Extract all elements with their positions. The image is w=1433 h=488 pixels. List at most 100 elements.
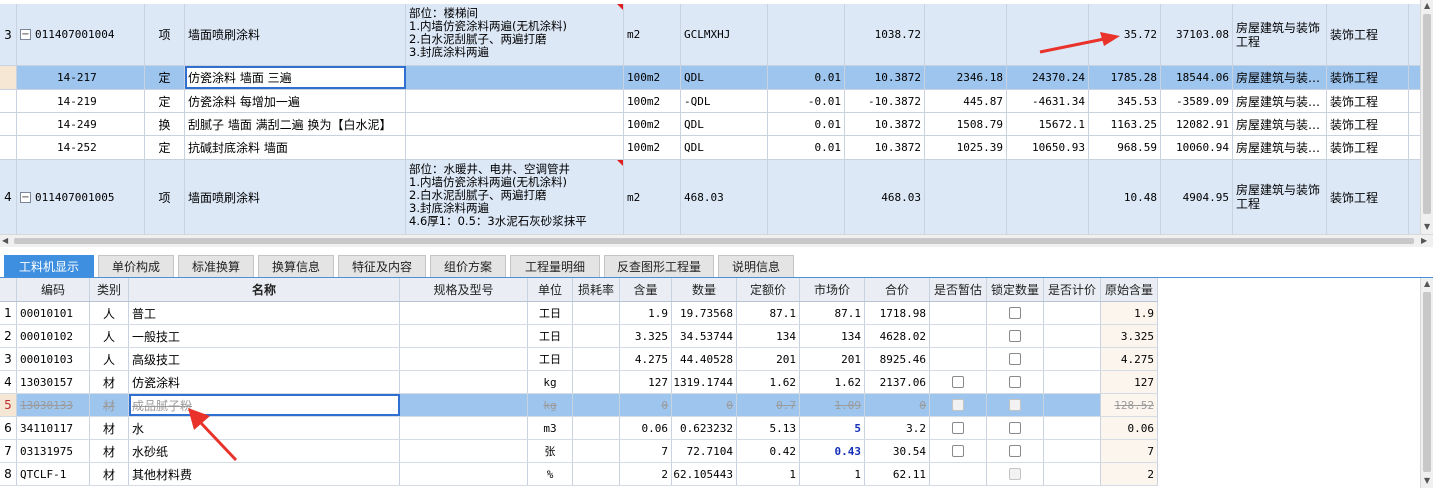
header-lock-quantity[interactable]: 锁定数量	[987, 278, 1044, 301]
content[interactable]: 0	[620, 394, 672, 416]
lock-quantity-checkbox[interactable]	[987, 371, 1044, 393]
checkbox[interactable]	[1009, 445, 1021, 457]
resource-code[interactable]: 13030133	[17, 394, 90, 416]
market-price[interactable]: 1.09	[800, 394, 865, 416]
loss-rate[interactable]	[573, 417, 620, 439]
lock-quantity-checkbox[interactable]	[987, 325, 1044, 347]
content[interactable]: 0.06	[620, 417, 672, 439]
quantity-expression[interactable]: GCLMXHJ	[681, 4, 768, 65]
content[interactable]: 3.325	[620, 325, 672, 347]
market-price[interactable]: 134	[800, 325, 865, 347]
quota-row[interactable]: 14-252 定 抗碱封底涂料 墙面 100m2 QDL 0.01 10.387…	[0, 136, 1420, 160]
header-spec[interactable]: 规格及型号	[400, 278, 528, 301]
quota-row[interactable]: 14-219 定 仿瓷涂料 每增加一遍 100m2 -QDL -0.01 -10…	[0, 90, 1420, 113]
scroll-left-icon[interactable]: ◀	[2, 236, 8, 245]
item-description[interactable]: 部位：水暖井、电井、空调管井 1.内墙仿瓷涂料两遍(无机涂料) 2.白水泥刮腻子…	[406, 160, 624, 234]
tab-description-info[interactable]: 说明信息	[718, 255, 794, 277]
content-ratio[interactable]: -0.01	[768, 90, 845, 112]
resource-name[interactable]: 仿瓷涂料	[129, 371, 400, 393]
lock-quantity-checkbox[interactable]	[987, 302, 1044, 324]
quantity[interactable]: 468.03	[845, 160, 925, 234]
resource-code[interactable]: 00010101	[17, 302, 90, 324]
top-grid-vertical-scrollbar[interactable]: ▲ ▼	[1420, 0, 1433, 234]
tab-unit-price-composition[interactable]: 单价构成	[98, 255, 174, 277]
quantity[interactable]: 10.3872	[845, 136, 925, 159]
content[interactable]: 127	[620, 371, 672, 393]
content-ratio[interactable]: 0.01	[768, 66, 845, 89]
resource-code[interactable]: 00010102	[17, 325, 90, 347]
loss-rate[interactable]	[573, 394, 620, 416]
resource-spec[interactable]	[400, 325, 528, 347]
resource-code[interactable]: 34110117	[17, 417, 90, 439]
provisional-checkbox[interactable]	[930, 325, 987, 347]
quantity-expression[interactable]: QDL	[681, 113, 768, 135]
header-content[interactable]: 含量	[620, 278, 672, 301]
loss-rate[interactable]	[573, 371, 620, 393]
header-code[interactable]: 编码	[17, 278, 90, 301]
header-priced[interactable]: 是否计价	[1044, 278, 1101, 301]
lock-quantity-checkbox[interactable]	[987, 440, 1044, 462]
resource-name[interactable]: 高级技工	[129, 348, 400, 370]
quantity-expression[interactable]: QDL	[681, 66, 768, 89]
provisional-checkbox[interactable]	[930, 417, 987, 439]
checkbox[interactable]	[1009, 353, 1021, 365]
resource-grid-vertical-scrollbar[interactable]: ▲ ▼	[1420, 278, 1433, 488]
provisional-checkbox[interactable]	[930, 394, 987, 416]
quantity[interactable]: 10.3872	[845, 113, 925, 135]
checkbox[interactable]	[1009, 330, 1021, 342]
resource-spec[interactable]	[400, 348, 528, 370]
scroll-up-icon[interactable]: ▲	[1424, 1, 1430, 10]
provisional-checkbox[interactable]	[930, 348, 987, 370]
resource-name[interactable]: 一般技工	[129, 325, 400, 347]
item-name[interactable]: 墙面喷刷涂料	[185, 4, 406, 65]
quantity[interactable]: 62.105443	[672, 463, 737, 485]
resource-row[interactable]: 4 13030157 材仿瓷涂料 kg 127 1319.1744 1.62 1.62 2137…	[0, 371, 1158, 394]
item-description[interactable]: 部位：楼梯间 1.内墙仿瓷涂料两遍(无机涂料) 2.白水泥刮腻子、两遍打磨 3.…	[406, 4, 624, 65]
provisional-checkbox[interactable]	[930, 302, 987, 324]
quantity[interactable]: -10.3872	[845, 90, 925, 112]
header-loss-rate[interactable]: 损耗率	[573, 278, 620, 301]
quantity[interactable]: 0.623232	[672, 417, 737, 439]
market-price[interactable]: 1.62	[800, 371, 865, 393]
scroll-down-icon[interactable]: ▼	[1424, 476, 1430, 485]
scroll-up-icon[interactable]: ▲	[1424, 279, 1430, 288]
quantity[interactable]: 72.7104	[672, 440, 737, 462]
provisional-checkbox[interactable]	[930, 463, 987, 485]
content[interactable]: 1.9	[620, 302, 672, 324]
resource-code[interactable]: 00010103	[17, 348, 90, 370]
quantity[interactable]: 1038.72	[845, 4, 925, 65]
quantity[interactable]: 0	[672, 394, 737, 416]
resource-code[interactable]: 03131975	[17, 440, 90, 462]
quantity-expression[interactable]: -QDL	[681, 90, 768, 112]
tab-graphic-quantity-lookup[interactable]: 反查图形工程量	[604, 255, 714, 277]
collapse-icon[interactable]: −	[20, 29, 31, 40]
header-total[interactable]: 合价	[865, 278, 930, 301]
market-price[interactable]: 87.1	[800, 302, 865, 324]
quantity[interactable]: 34.53744	[672, 325, 737, 347]
resource-code[interactable]: QTCLF-1	[17, 463, 90, 485]
content[interactable]: 4.275	[620, 348, 672, 370]
resource-code[interactable]: 13030157	[17, 371, 90, 393]
quantity[interactable]: 44.40528	[672, 348, 737, 370]
quota-name[interactable]: 刮腻子 墙面 满刮二遍 换为【白水泥】	[185, 113, 406, 135]
header-unit[interactable]: 单位	[528, 278, 573, 301]
quota-row[interactable]: 14-217 定 仿瓷涂料 墙面 三遍 100m2 QDL 0.01 10.38…	[0, 66, 1420, 90]
quantity[interactable]: 1319.1744	[672, 371, 737, 393]
bill-item-row[interactable]: 3 −011407001004 项 墙面喷刷涂料 部位：楼梯间 1.内墙仿瓷涂料…	[0, 4, 1420, 66]
quantity-expression[interactable]: QDL	[681, 136, 768, 159]
header-category[interactable]: 类别	[90, 278, 129, 301]
lock-quantity-checkbox[interactable]	[987, 463, 1044, 485]
tab-conversion-info[interactable]: 换算信息	[258, 255, 334, 277]
header-base-price[interactable]: 定额价	[737, 278, 800, 301]
resource-spec[interactable]	[400, 440, 528, 462]
quantity[interactable]: 19.73568	[672, 302, 737, 324]
tab-quantity-details[interactable]: 工程量明细	[510, 255, 600, 277]
loss-rate[interactable]	[573, 440, 620, 462]
quota-name[interactable]: 抗碱封底涂料 墙面	[185, 136, 406, 159]
checkbox[interactable]	[1009, 422, 1021, 434]
header-market-price[interactable]: 市场价	[800, 278, 865, 301]
checkbox[interactable]	[1009, 468, 1021, 480]
resource-spec[interactable]	[400, 371, 528, 393]
header-provisional[interactable]: 是否暂估	[930, 278, 987, 301]
loss-rate[interactable]	[573, 302, 620, 324]
